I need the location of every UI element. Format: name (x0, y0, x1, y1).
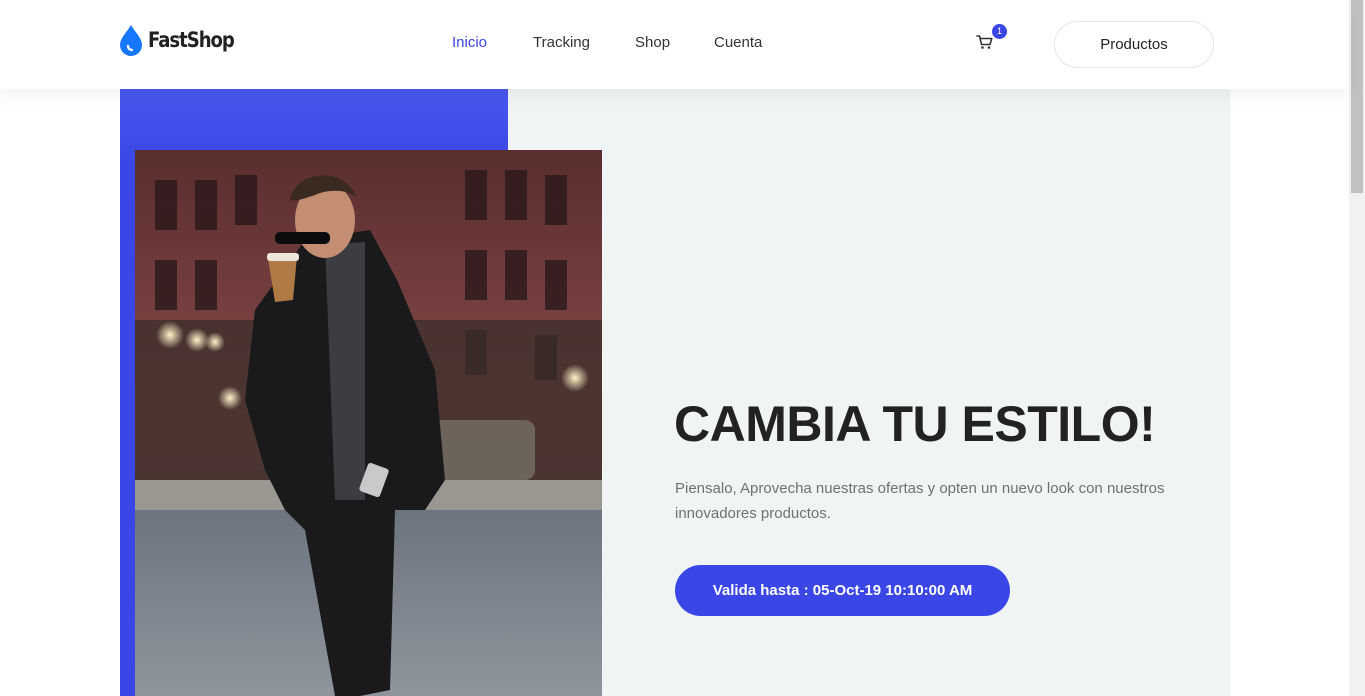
nav-item-inicio[interactable]: Inicio (452, 34, 487, 51)
site-header: FastShop Inicio Tracking Shop Cuenta 1 P… (0, 0, 1349, 89)
cart-icon (976, 35, 993, 49)
cart-button[interactable]: 1 (976, 24, 1007, 52)
page-scrollbar[interactable] (1349, 0, 1365, 696)
hero-description: Piensalo, Aprovecha nuestras ofertas y o… (675, 480, 1165, 522)
nav-item-cuenta[interactable]: Cuenta (714, 34, 762, 51)
nav-item-shop[interactable]: Shop (635, 34, 670, 51)
hero-title: CAMBIA TU ESTILO! (674, 396, 1156, 452)
scrollbar-thumb[interactable] (1351, 0, 1363, 193)
productos-button[interactable]: Productos (1054, 21, 1214, 68)
hero-photo (135, 150, 602, 696)
nav-item-tracking[interactable]: Tracking (533, 34, 590, 51)
offer-valid-button[interactable]: Valida hasta : 05-Oct-19 10:10:00 AM (675, 565, 1010, 616)
man-walking-with-coffee-photo (135, 150, 602, 696)
cart-count-badge: 1 (992, 24, 1007, 39)
